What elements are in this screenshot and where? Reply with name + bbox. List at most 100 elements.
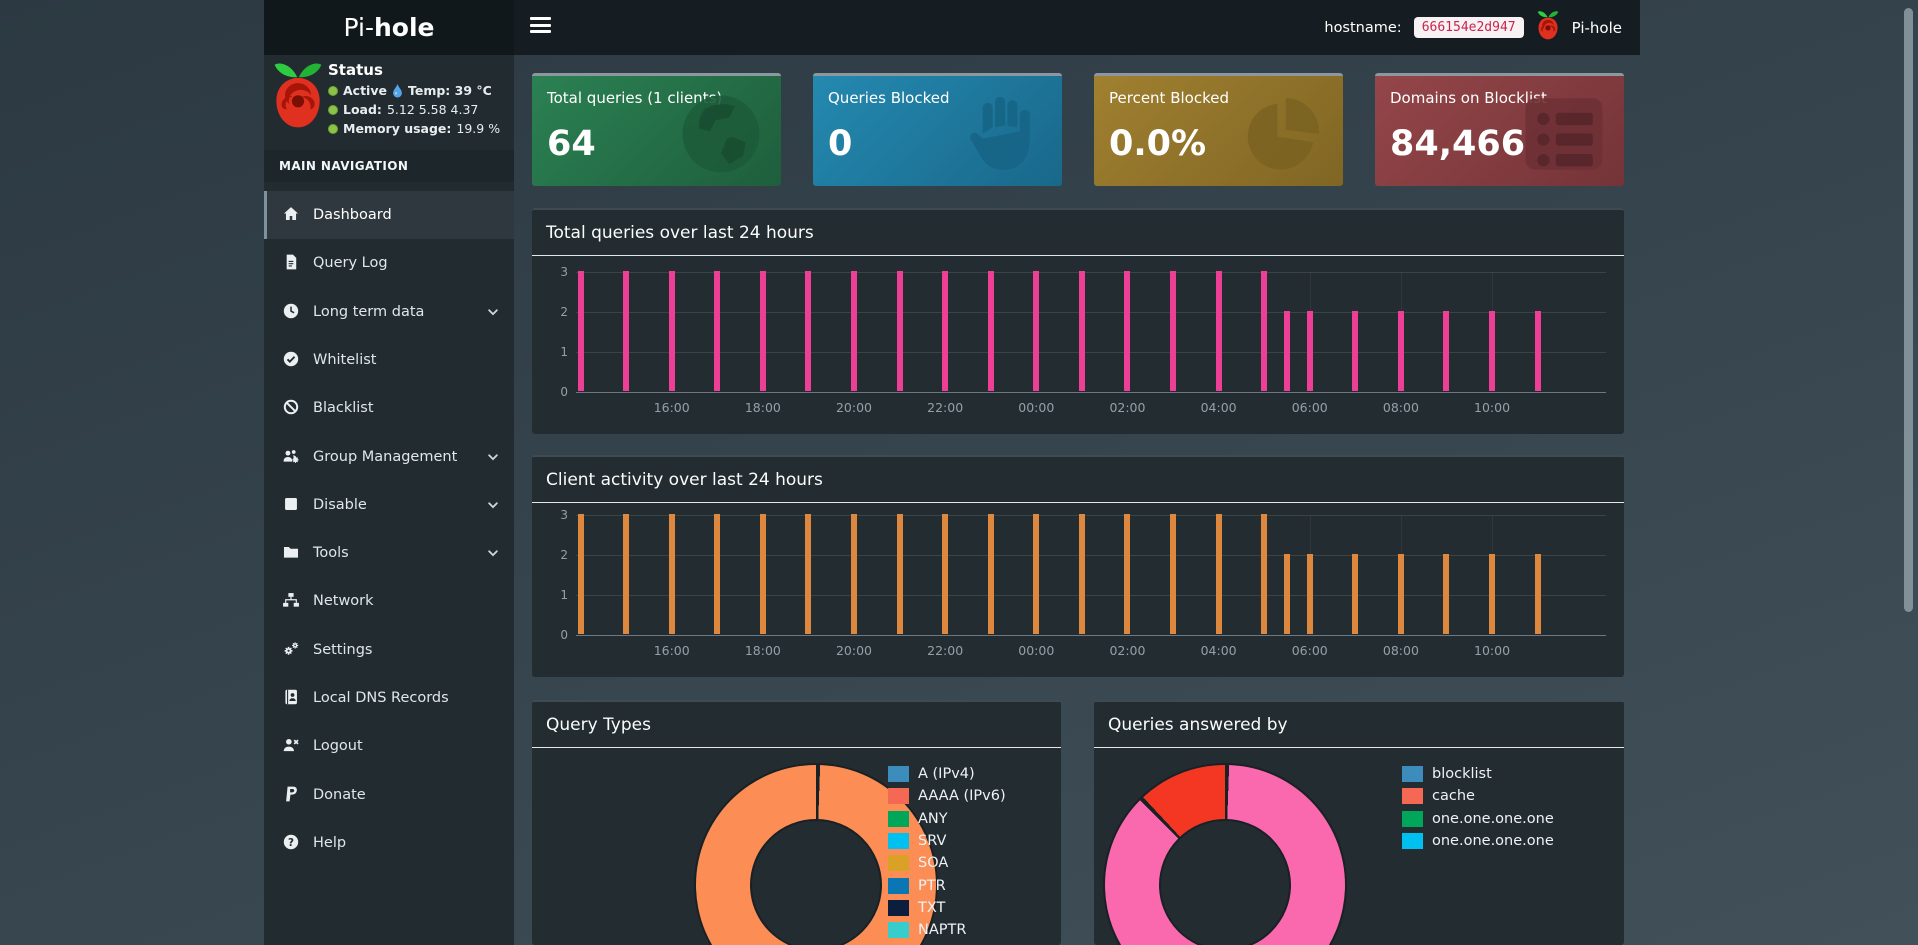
chart-bar [668, 514, 675, 634]
chart-bar [987, 514, 994, 634]
sidebar-item-label: Settings [313, 641, 373, 658]
legend-item-aaaa-ipv6[interactable]: AAAA (IPv6) [888, 788, 1006, 805]
sidebar-item-label: Dashboard [313, 207, 392, 223]
legend-item-blocklist[interactable]: blocklist [1402, 766, 1492, 782]
chart-bar [1283, 554, 1290, 634]
chart-bar [1534, 311, 1541, 391]
legend-swatch [888, 766, 909, 782]
folder-icon [282, 543, 302, 563]
legend-item-soa[interactable]: SOA [888, 855, 949, 872]
chart-bar [623, 514, 630, 634]
legend-label: cache [1432, 788, 1475, 805]
total-queries-panel: Total queries over last 24 hours 0 1 2 3 16:… [532, 208, 1624, 434]
legend-item-cache[interactable]: cache [1402, 788, 1475, 805]
legend-label: PTR [918, 877, 946, 894]
legend-swatch [1402, 810, 1423, 827]
sitemap-icon [282, 591, 302, 611]
sidebar-item-disable[interactable]: Disable [264, 481, 514, 529]
chart-bar [1170, 514, 1177, 634]
legend-swatch [1402, 766, 1423, 782]
chart-bar [1261, 514, 1268, 634]
legend-label: one.one.one.one [1432, 832, 1554, 849]
hand-icon [956, 90, 1048, 178]
sidebar-item-blacklist[interactable]: Blacklist [264, 384, 514, 432]
chart-bar [577, 271, 584, 391]
sidebar-item-help[interactable]: ? Help [264, 819, 514, 867]
chart-bar [851, 514, 857, 634]
legend-item-a-ipv4[interactable]: A (IPv4) [888, 766, 975, 782]
svg-text:?: ? [288, 837, 294, 849]
sidebar-item-whitelist[interactable]: Whitelist [264, 336, 514, 384]
card-title: Queries Blocked [828, 89, 950, 107]
chart-bar [1124, 271, 1131, 391]
legend-item-ptr[interactable]: PTR [888, 877, 946, 894]
legend-label: ANY [918, 810, 948, 827]
chart-bar [1443, 311, 1450, 391]
clock-icon [282, 302, 302, 322]
sidebar-item-label: Whitelist [313, 351, 377, 368]
chart-bar [1261, 271, 1268, 391]
legend-item-naptr[interactable]: NAPTR [888, 922, 967, 939]
client-activity-chart[interactable]: 0 1 2 3 16:00 18:00 20:00 22:00 00:00 02:00 04:00 0… [560, 508, 1606, 658]
gears-icon [282, 640, 302, 660]
home-icon [282, 205, 302, 225]
sidebar-item-settings[interactable]: Settings [264, 626, 514, 674]
square-icon [282, 495, 302, 515]
sidebar-item-tools[interactable]: Tools [264, 529, 514, 577]
chart-bar [1397, 311, 1404, 391]
legend-label: SOA [918, 855, 949, 872]
legend-item-one-one-one-one[interactable]: one.one.one.one [1402, 832, 1554, 849]
sidebar-item-network[interactable]: Network [264, 577, 514, 625]
chart-bar [1215, 271, 1222, 391]
x-axis-label: 20:00 [835, 400, 873, 415]
sidebar-item-label: Group Management [313, 448, 458, 465]
sidebar-item-dashboard[interactable]: Dashboard [264, 191, 514, 239]
sidebar-item-group-management[interactable]: Group Management [264, 433, 514, 481]
sidebar-item-local-dns-records[interactable]: Local DNS Records [264, 674, 514, 722]
x-axis-label: 04:00 [1200, 643, 1237, 658]
chart-bar [1033, 271, 1040, 391]
x-axis-label: 00:00 [1018, 400, 1055, 415]
sidebar-item-donate[interactable]: Donate [264, 771, 514, 819]
legend-label: AAAA (IPv6) [918, 788, 1006, 805]
gridline [576, 392, 1606, 393]
chart-bar [759, 514, 766, 634]
x-axis-label: 22:00 [927, 643, 964, 658]
sidebar-item-logout[interactable]: Logout [264, 722, 514, 770]
list-icon [1518, 90, 1610, 178]
y-axis-label: 3 [560, 508, 568, 522]
sidebar-toggle-icon[interactable] [530, 17, 552, 37]
chart-bar [1033, 514, 1040, 634]
sidebar-item-label: Help [313, 834, 347, 851]
x-axis-label: 08:00 [1382, 643, 1419, 658]
total-queries-chart[interactable]: 0 1 2 3 16:00 18:00 20:00 22:00 00:00 02:00 04:00 0… [560, 265, 1606, 415]
legend-item-srv[interactable]: SRV [888, 832, 946, 849]
chevron-down-icon [486, 305, 500, 319]
gridline [576, 595, 1606, 596]
gridline [576, 312, 1606, 313]
chart-bar [805, 271, 812, 391]
legend-item-one-one-one-one[interactable]: one.one.one.one [1402, 810, 1554, 827]
chart-bar [1489, 311, 1496, 391]
legend-item-txt[interactable]: TXT [888, 899, 945, 916]
paypal-icon [282, 785, 302, 805]
legend-label: NAPTR [918, 922, 967, 939]
chart-bar [1534, 554, 1541, 634]
queries-answered-donut[interactable] [1103, 763, 1347, 945]
chart-bar [714, 514, 721, 634]
chart-bar [987, 271, 994, 391]
globe-icon [675, 90, 767, 178]
app-logo[interactable]: Pi-hole [264, 0, 514, 55]
sidebar-item-query-log[interactable]: Query Log [264, 239, 514, 287]
legend-item-any[interactable]: ANY [888, 810, 948, 827]
legend-swatch [888, 788, 909, 805]
card-value: 84,466 [1390, 124, 1526, 164]
check-circle-icon [282, 350, 302, 370]
query-types-panel: Query Types A (IPv4) AAAA (IPv6) ANY SRV SOA… [532, 700, 1061, 945]
chart-bar [896, 271, 903, 391]
sidebar-item-long-term-data[interactable]: Long term data [264, 288, 514, 336]
x-axis-label: 10:00 [1474, 400, 1511, 415]
page-scrollbar[interactable] [1904, 8, 1913, 612]
gridline [576, 515, 1606, 516]
chart-bar [805, 514, 812, 634]
